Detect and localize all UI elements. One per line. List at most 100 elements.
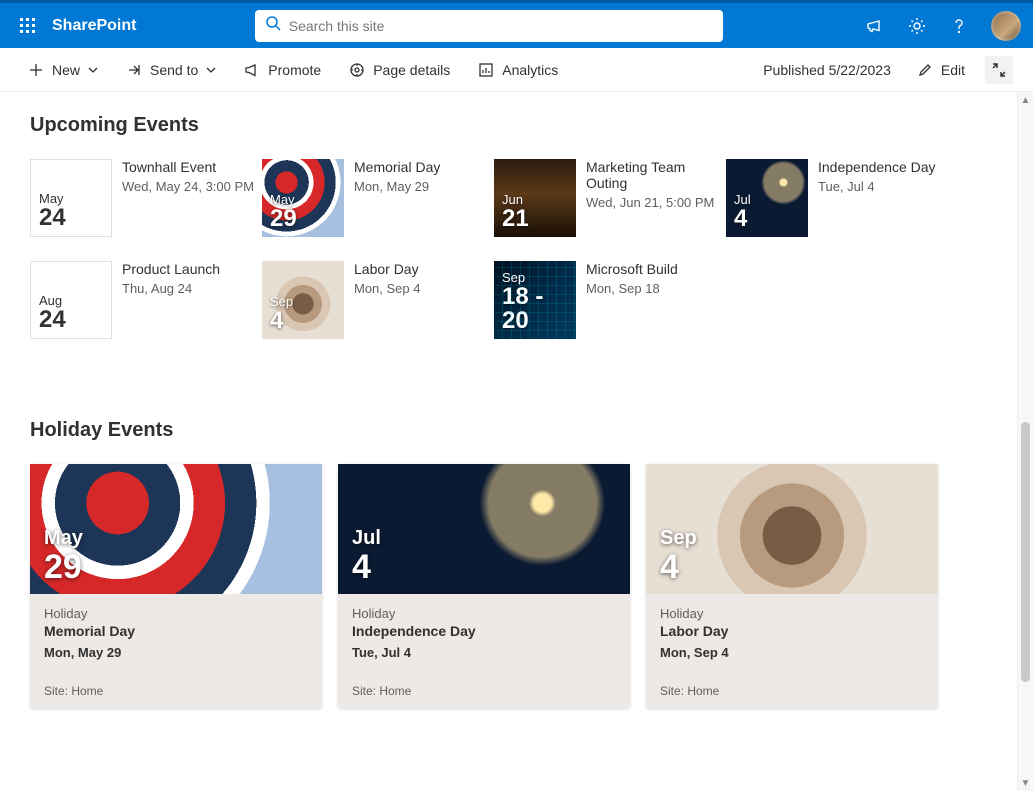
card-month: May xyxy=(44,527,308,550)
analytics-button[interactable]: Analytics xyxy=(470,56,566,84)
event-item[interactable]: May24 Townhall Event Wed, May 24, 3:00 PM xyxy=(30,159,260,237)
event-date-tile: Jul4 xyxy=(726,159,808,237)
event-date-tile: May29 xyxy=(262,159,344,237)
event-date: Wed, Jun 21, 5:00 PM xyxy=(586,195,724,210)
holiday-card[interactable]: Jul4 Holiday Independence Day Tue, Jul 4 Sit… xyxy=(338,464,630,708)
event-info: Marketing Team Outing Wed, Jun 21, 5:00 P… xyxy=(586,159,724,237)
card-date: Mon, Sep 4 xyxy=(660,645,924,660)
search-box[interactable] xyxy=(255,10,723,42)
event-info: Product Launch Thu, Aug 24 xyxy=(122,261,260,339)
brand-label[interactable]: SharePoint xyxy=(52,17,136,35)
events-grid: May24Townhall EventWed, May 24, 3:00 PMM… xyxy=(30,159,1003,339)
card-day: 29 xyxy=(44,550,308,584)
card-body: Holiday Memorial Day Mon, May 29 Site: Home xyxy=(30,594,322,708)
card-title: Independence Day xyxy=(352,623,616,639)
event-date: Mon, May 29 xyxy=(354,179,492,194)
card-title: Memorial Day xyxy=(44,623,308,639)
promote-button[interactable]: Promote xyxy=(236,56,329,84)
scroll-up-icon[interactable]: ▲ xyxy=(1018,92,1033,108)
event-day: 29 xyxy=(270,207,336,231)
card-site: Site: Home xyxy=(44,684,308,698)
card-site: Site: Home xyxy=(352,684,616,698)
card-title: Labor Day xyxy=(660,623,924,639)
collapse-button[interactable] xyxy=(985,56,1013,84)
event-info: Townhall Event Wed, May 24, 3:00 PM xyxy=(122,159,260,237)
edit-button[interactable]: Edit xyxy=(909,56,973,84)
chevron-down-icon xyxy=(206,65,216,75)
search-input[interactable] xyxy=(289,18,713,34)
scrollbar-thumb[interactable] xyxy=(1021,422,1030,682)
card-hero: May29 xyxy=(30,464,322,594)
page-content: Upcoming Events May24Townhall EventWed, … xyxy=(0,92,1033,791)
event-date-tile: Aug24 xyxy=(30,261,112,339)
scrollbar[interactable]: ▲ ▼ xyxy=(1017,92,1033,791)
event-date-tile: Sep4 xyxy=(262,261,344,339)
event-item[interactable]: May29 Memorial Day Mon, May 29 xyxy=(262,159,492,237)
event-date: Wed, May 24, 3:00 PM xyxy=(122,179,260,194)
event-item[interactable]: Sep18 - 20 Microsoft Build Mon, Sep 18 xyxy=(494,261,724,339)
command-bar: New Send to Promote Page details Analyti… xyxy=(0,48,1033,92)
megaphone-icon[interactable] xyxy=(865,16,885,36)
suite-header: SharePoint xyxy=(0,0,1033,48)
event-day: 4 xyxy=(734,207,800,231)
holiday-card[interactable]: Sep4 Holiday Labor Day Mon, Sep 4 Site: Home xyxy=(646,464,938,708)
event-title: Townhall Event xyxy=(122,159,260,175)
card-month: Sep xyxy=(660,527,924,550)
card-day: 4 xyxy=(352,550,616,584)
search-icon xyxy=(265,15,281,36)
page-details-button[interactable]: Page details xyxy=(341,56,458,84)
event-date-tile: Jun21 xyxy=(494,159,576,237)
user-avatar[interactable] xyxy=(991,11,1021,41)
help-icon[interactable] xyxy=(949,16,969,36)
card-category: Holiday xyxy=(660,606,924,621)
event-date: Tue, Jul 4 xyxy=(818,179,956,194)
event-info: Labor Day Mon, Sep 4 xyxy=(354,261,492,339)
event-title: Labor Day xyxy=(354,261,492,277)
event-title: Memorial Day xyxy=(354,159,492,175)
card-hero: Sep4 xyxy=(646,464,938,594)
event-info: Microsoft Build Mon, Sep 18 xyxy=(586,261,724,339)
event-item[interactable]: Sep4 Labor Day Mon, Sep 4 xyxy=(262,261,492,339)
settings-icon[interactable] xyxy=(907,16,927,36)
card-hero: Jul4 xyxy=(338,464,630,594)
event-title: Microsoft Build xyxy=(586,261,724,277)
event-date: Mon, Sep 4 xyxy=(354,281,492,296)
scroll-down-icon[interactable]: ▼ xyxy=(1018,775,1033,791)
event-date-tile: May24 xyxy=(30,159,112,237)
card-month: Jul xyxy=(352,527,616,550)
holiday-cards: May29 Holiday Memorial Day Mon, May 29 Site:… xyxy=(30,464,1003,708)
send-to-button[interactable]: Send to xyxy=(118,56,224,84)
event-month: Sep xyxy=(502,270,568,285)
holiday-card[interactable]: May29 Holiday Memorial Day Mon, May 29 Site:… xyxy=(30,464,322,708)
event-day: 24 xyxy=(39,308,103,332)
card-date: Mon, May 29 xyxy=(44,645,308,660)
event-info: Memorial Day Mon, May 29 xyxy=(354,159,492,237)
event-info: Independence Day Tue, Jul 4 xyxy=(818,159,956,237)
event-date: Thu, Aug 24 xyxy=(122,281,260,296)
event-day: 24 xyxy=(39,206,103,230)
card-category: Holiday xyxy=(352,606,616,621)
event-date: Mon, Sep 18 xyxy=(586,281,724,296)
event-day: 21 xyxy=(502,207,568,231)
holiday-events-heading: Holiday Events xyxy=(30,419,1003,442)
new-button[interactable]: New xyxy=(20,56,106,84)
card-day: 4 xyxy=(660,550,924,584)
event-date-tile: Sep18 - 20 xyxy=(494,261,576,339)
card-body: Holiday Independence Day Tue, Jul 4 Site: H… xyxy=(338,594,630,708)
card-body: Holiday Labor Day Mon, Sep 4 Site: Home xyxy=(646,594,938,708)
event-day: 18 - 20 xyxy=(502,285,568,333)
card-site: Site: Home xyxy=(660,684,924,698)
card-date: Tue, Jul 4 xyxy=(352,645,616,660)
card-category: Holiday xyxy=(44,606,308,621)
chevron-down-icon xyxy=(88,65,98,75)
event-title: Independence Day xyxy=(818,159,956,175)
event-item[interactable]: Jun21 Marketing Team Outing Wed, Jun 21, 5… xyxy=(494,159,724,237)
event-item[interactable]: Jul4 Independence Day Tue, Jul 4 xyxy=(726,159,956,237)
event-day: 4 xyxy=(270,309,336,333)
event-item[interactable]: Aug24 Product Launch Thu, Aug 24 xyxy=(30,261,260,339)
published-label: Published 5/22/2023 xyxy=(763,62,891,78)
event-title: Product Launch xyxy=(122,261,260,277)
upcoming-events-heading: Upcoming Events xyxy=(30,114,1003,137)
app-launcher-button[interactable] xyxy=(12,10,44,42)
event-title: Marketing Team Outing xyxy=(586,159,724,191)
